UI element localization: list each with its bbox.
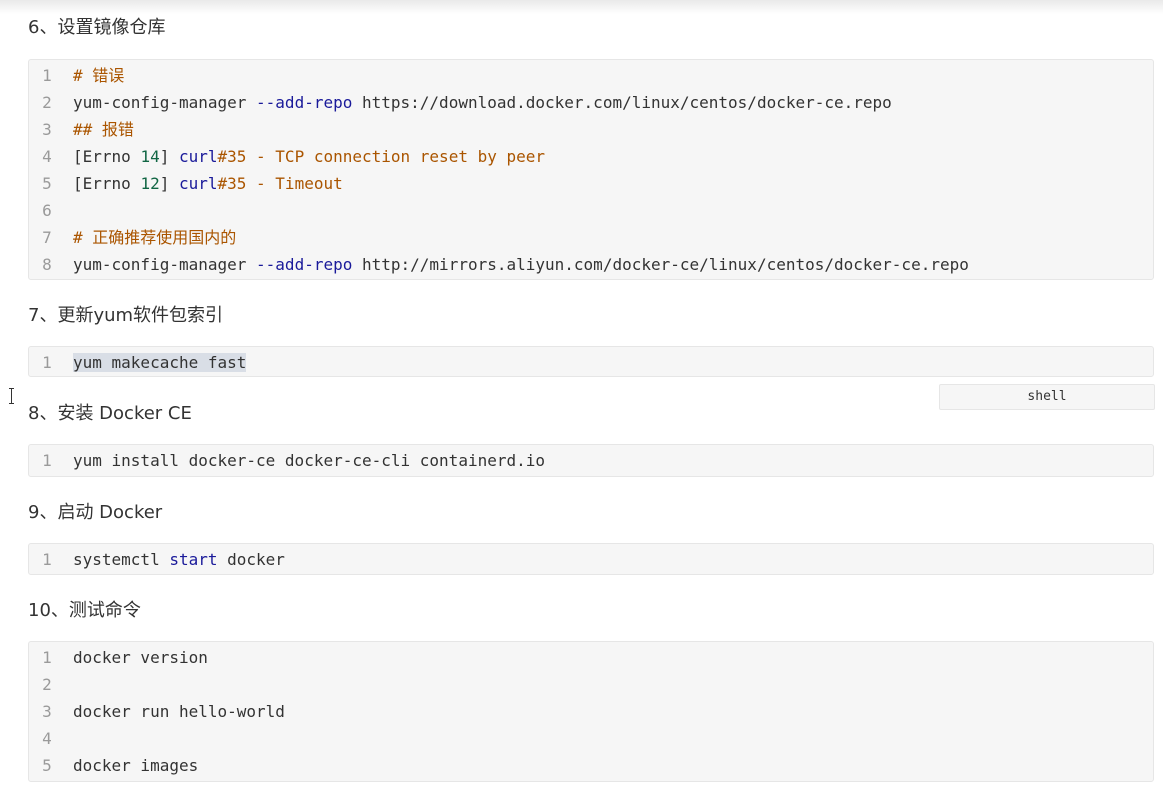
code-line: 4 [Errno 14] curl#35 - TCP connection res… bbox=[29, 143, 1153, 170]
code-text[interactable]: ## 报错 bbox=[73, 116, 134, 143]
code-line: 2 yum-config-manager --add-repo https://d… bbox=[29, 89, 1153, 116]
heading-start-docker: 9、启动 Docker bbox=[28, 502, 163, 523]
code-token: --add-repo bbox=[256, 255, 353, 274]
document-page: 6、设置镜像仓库 1 # 错误 2 yum-config-manager --add-… bbox=[0, 0, 1163, 789]
code-line: 6 bbox=[29, 197, 1153, 224]
heading-test-commands: 10、测试命令 bbox=[28, 600, 141, 621]
code-text[interactable]: # 正确推荐使用国内的 bbox=[73, 224, 236, 251]
line-number: 3 bbox=[42, 702, 52, 721]
code-token: docker images bbox=[73, 756, 199, 775]
heading-update-yum-index: 7、更新yum软件包索引 bbox=[28, 305, 224, 326]
code-text[interactable]: yum install docker-ce docker-ce-cli cont… bbox=[73, 447, 545, 474]
code-token: yum-config-manager bbox=[73, 93, 257, 112]
code-text[interactable]: docker run hello-world bbox=[73, 698, 285, 725]
code-text[interactable]: # 错误 bbox=[73, 62, 124, 89]
code-token: https://download.docker.com/linux/centos… bbox=[352, 93, 892, 112]
code-token: [Errno bbox=[73, 147, 141, 166]
line-number: 2 bbox=[42, 93, 52, 112]
code-line: 1 yum makecache fast bbox=[29, 349, 1153, 376]
code-token: start bbox=[169, 550, 218, 569]
line-number: 1 bbox=[42, 353, 52, 372]
code-line: 3 docker run hello-world bbox=[29, 698, 1153, 725]
line-number: 1 bbox=[42, 550, 52, 569]
code-token: yum install docker-ce docker-ce-cli cont… bbox=[73, 451, 546, 470]
code-text[interactable]: yum-config-manager --add-repo https://do… bbox=[73, 89, 892, 116]
code-token: http://mirrors.aliyun.com/docker-ce/linu… bbox=[352, 255, 969, 274]
code-text[interactable]: [Errno 12] curl#35 - Timeout bbox=[73, 170, 343, 197]
code-token: 14 bbox=[140, 147, 160, 166]
text-cursor-icon bbox=[8, 388, 16, 404]
line-number: 6 bbox=[42, 201, 52, 220]
code-block-test-commands[interactable]: 1 docker version 2 3 docker run hello-world 4… bbox=[28, 641, 1154, 782]
code-token: curl bbox=[178, 147, 218, 166]
line-number: 5 bbox=[42, 756, 52, 775]
code-line: 1 # 错误 bbox=[29, 62, 1153, 89]
code-text[interactable]: docker version bbox=[73, 644, 208, 671]
code-text[interactable]: [Errno 14] curl#35 - TCP connection rese… bbox=[73, 143, 545, 170]
code-token: --add-repo bbox=[256, 93, 353, 112]
code-token: systemctl bbox=[73, 550, 170, 569]
code-language-selector[interactable]: shell bbox=[939, 384, 1155, 410]
line-number: 1 bbox=[42, 451, 52, 470]
code-token: [Errno bbox=[73, 174, 141, 193]
code-token: docker version bbox=[73, 648, 208, 667]
code-text[interactable]: docker images bbox=[73, 752, 198, 779]
line-number: 7 bbox=[42, 228, 52, 247]
code-block-update-yum-index[interactable]: 1 yum makecache fast bbox=[28, 346, 1154, 377]
code-line: 1 yum install docker-ce docker-ce-cli con… bbox=[29, 447, 1153, 474]
code-token: yum-config-manager bbox=[73, 255, 257, 274]
code-line: 7 # 正确推荐使用国内的 bbox=[29, 224, 1153, 251]
code-token: curl bbox=[178, 174, 218, 193]
code-token: # 正确推荐使用国内的 bbox=[73, 228, 237, 247]
code-line: 2 bbox=[29, 671, 1153, 698]
code-text[interactable]: systemctl start docker bbox=[73, 546, 285, 573]
code-block-install-docker-ce[interactable]: 1 yum install docker-ce docker-ce-cli con… bbox=[28, 444, 1154, 477]
line-number: 1 bbox=[42, 648, 52, 667]
line-number: 5 bbox=[42, 174, 52, 193]
line-number: 1 bbox=[42, 66, 52, 85]
code-text[interactable]: yum makecache fast bbox=[73, 349, 247, 376]
code-line: 5 docker images bbox=[29, 752, 1153, 779]
line-number: 4 bbox=[42, 729, 52, 748]
code-line: 3 ## 报错 bbox=[29, 116, 1153, 143]
code-line: 5 [Errno 12] curl#35 - Timeout bbox=[29, 170, 1153, 197]
code-token: ] bbox=[159, 174, 179, 193]
code-line: 4 bbox=[29, 725, 1153, 752]
code-token: docker bbox=[217, 550, 285, 569]
code-token: yum makecache fast bbox=[73, 353, 247, 372]
heading-install-docker-ce: 8、安装 Docker CE bbox=[28, 403, 192, 424]
line-number: 4 bbox=[42, 147, 52, 166]
code-token: #35 - TCP connection reset by peer bbox=[217, 147, 546, 166]
code-token: ] bbox=[159, 147, 179, 166]
code-text[interactable]: yum-config-manager --add-repo http://mir… bbox=[73, 251, 969, 278]
code-line: 1 docker version bbox=[29, 644, 1153, 671]
code-token: # 错误 bbox=[73, 66, 125, 85]
code-line: 8 yum-config-manager --add-repo http://mi… bbox=[29, 251, 1153, 278]
code-block-start-docker[interactable]: 1 systemctl start docker bbox=[28, 543, 1154, 575]
code-block-set-mirror-repo[interactable]: 1 # 错误 2 yum-config-manager --add-repo http… bbox=[28, 59, 1154, 280]
code-line: 1 systemctl start docker bbox=[29, 546, 1153, 573]
code-token: docker run hello-world bbox=[73, 702, 285, 721]
line-number: 3 bbox=[42, 120, 52, 139]
code-token: 12 bbox=[140, 174, 160, 193]
line-number: 8 bbox=[42, 255, 52, 274]
code-token: ## 报错 bbox=[73, 120, 134, 139]
heading-set-mirror-repo: 6、设置镜像仓库 bbox=[28, 17, 166, 38]
top-edge-shadow bbox=[0, 0, 1163, 14]
code-token: #35 - Timeout bbox=[217, 174, 343, 193]
line-number: 2 bbox=[42, 675, 52, 694]
